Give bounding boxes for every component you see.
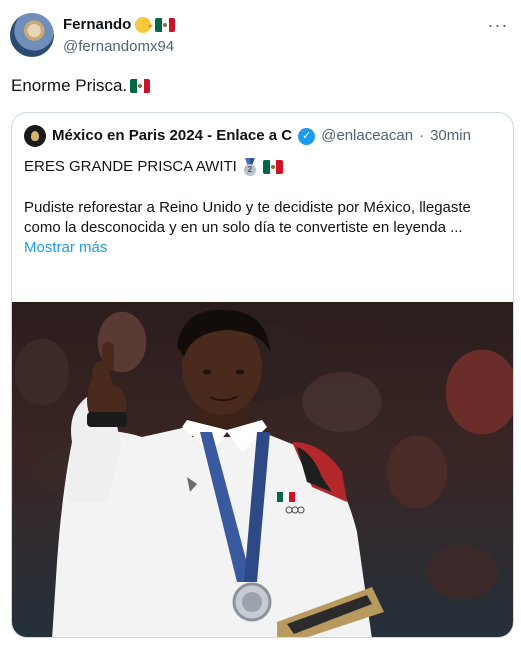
author-block: Fernando @fernandomx94	[63, 15, 176, 57]
separator-dot: ·	[419, 127, 425, 144]
chick-emoji-icon	[135, 17, 154, 33]
athlete-photo[interactable]	[12, 302, 513, 637]
mexico-flag-icon	[155, 18, 176, 32]
mexico-flag-icon	[262, 160, 283, 174]
show-more-link[interactable]: Mostrar más	[24, 238, 107, 258]
quoted-body-text: Pudiste reforestar a Reino Unido y te de…	[24, 199, 471, 236]
author-avatar[interactable]	[10, 13, 54, 57]
more-options-icon[interactable]: ···	[487, 14, 509, 36]
quoted-headline: ERES GRANDE PRISCA AWITI	[24, 158, 237, 175]
second-place-medal-icon	[242, 158, 258, 176]
quoted-author-name[interactable]: México en Paris 2024 - Enlace a C	[52, 126, 292, 146]
verified-badge-icon: ✓	[298, 127, 316, 145]
quoted-tweet-body: ERES GRANDE PRISCA AWITI Pudiste refores…	[24, 157, 504, 258]
mexico-flag-icon	[130, 79, 151, 93]
author-name[interactable]: Fernando	[63, 15, 131, 35]
athlete-photo-illustration	[37, 309, 384, 637]
quoted-author-handle[interactable]: @enlaceacan	[321, 126, 413, 146]
quoted-tweet-header: México en Paris 2024 - Enlace a C ✓ @enl…	[24, 125, 504, 147]
quoted-tweet[interactable]: México en Paris 2024 - Enlace a C ✓ @enl…	[11, 112, 514, 638]
tweet-text: Enorme Prisca.	[11, 75, 151, 97]
quoted-author-avatar[interactable]	[24, 125, 46, 147]
quoted-timestamp[interactable]: 30min	[430, 126, 471, 146]
author-handle[interactable]: @fernandomx94	[63, 37, 175, 57]
tweet-text-content: Enorme Prisca.	[11, 76, 128, 95]
